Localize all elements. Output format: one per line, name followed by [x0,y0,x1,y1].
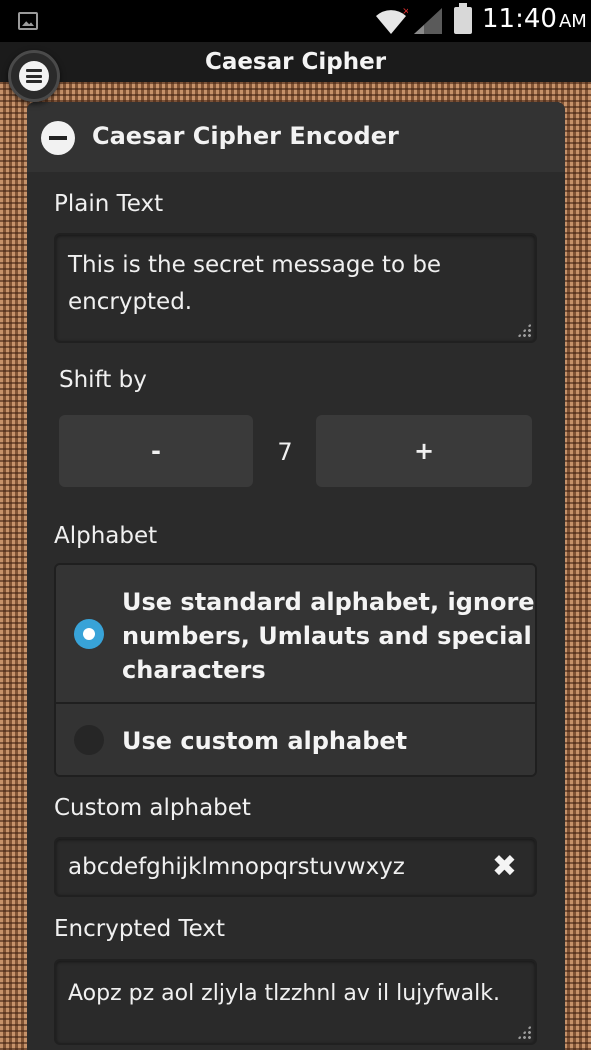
menu-button[interactable] [8,50,60,102]
standard-alphabet-label: Use standard alphabet, ignore numbers, U… [122,585,535,687]
radio-selected-icon[interactable] [74,619,104,649]
radio-custom-alphabet[interactable]: Use custom alphabet [56,704,535,775]
resize-grip-icon[interactable] [517,323,531,337]
plus-label: + [413,437,435,465]
alphabet-label: Alphabet [54,523,158,549]
standard-alphabet-line2: numbers, Umlauts and special [122,622,532,650]
battery-icon [454,3,472,34]
encrypted-text-output[interactable]: Aopz pz aol zljyla tlzzhnl av il lujyfwa… [54,959,537,1045]
shift-label: Shift by [59,367,147,393]
custom-alphabet-label: Custom alphabet [54,795,251,821]
clock-time: 11:40 [482,4,557,34]
shift-decrement-button[interactable]: - [59,415,253,487]
clear-icon[interactable]: ✖ [492,850,517,884]
custom-alphabet-value: abcdefghijklmnopqrstuvwxyz [68,854,405,880]
standard-alphabet-line3: characters [122,656,266,684]
clock: 11:40 AM [482,4,587,34]
shift-value: 7 [277,438,293,466]
encrypted-text-label: Encrypted Text [54,916,226,942]
plain-text-input[interactable]: This is the secret message to be encrypt… [54,233,537,343]
encoder-panel: Caesar Cipher Encoder Plain Text This is… [27,102,565,1050]
plain-text-line2: encrypted. [68,289,193,315]
encrypted-text-value: Aopz pz aol zljyla tlzzhnl av il lujyfwa… [68,981,500,1006]
radio-standard-alphabet[interactable]: Use standard alphabet, ignore numbers, U… [56,565,535,704]
image-icon [18,12,38,30]
clock-ampm: AM [558,11,587,32]
svg-text:×: × [402,6,408,17]
resize-grip-icon[interactable] [517,1025,531,1039]
plain-text-line1: This is the secret message to be [68,252,442,278]
alphabet-radio-group: Use standard alphabet, ignore numbers, U… [54,563,537,777]
plain-text-label: Plain Text [54,191,164,217]
minus-icon[interactable] [41,121,75,155]
wifi-icon: × [376,6,408,34]
app-title: Caesar Cipher [204,49,387,75]
encoder-header[interactable]: Caesar Cipher Encoder [27,102,565,172]
signal-icon [414,8,442,34]
app-bar: Caesar Cipher [0,42,591,82]
menu-icon [19,61,49,91]
shift-increment-button[interactable]: + [316,415,532,487]
status-bar: × 11:40 AM [0,0,591,42]
custom-alphabet-option-label: Use custom alphabet [122,727,408,755]
custom-alphabet-input[interactable]: abcdefghijklmnopqrstuvwxyz ✖ [54,837,537,897]
standard-alphabet-line1: Use standard alphabet, ignore [122,588,535,616]
encoder-title: Caesar Cipher Encoder [92,122,399,150]
minus-label: - [151,437,161,465]
radio-unselected-icon[interactable] [74,725,104,755]
